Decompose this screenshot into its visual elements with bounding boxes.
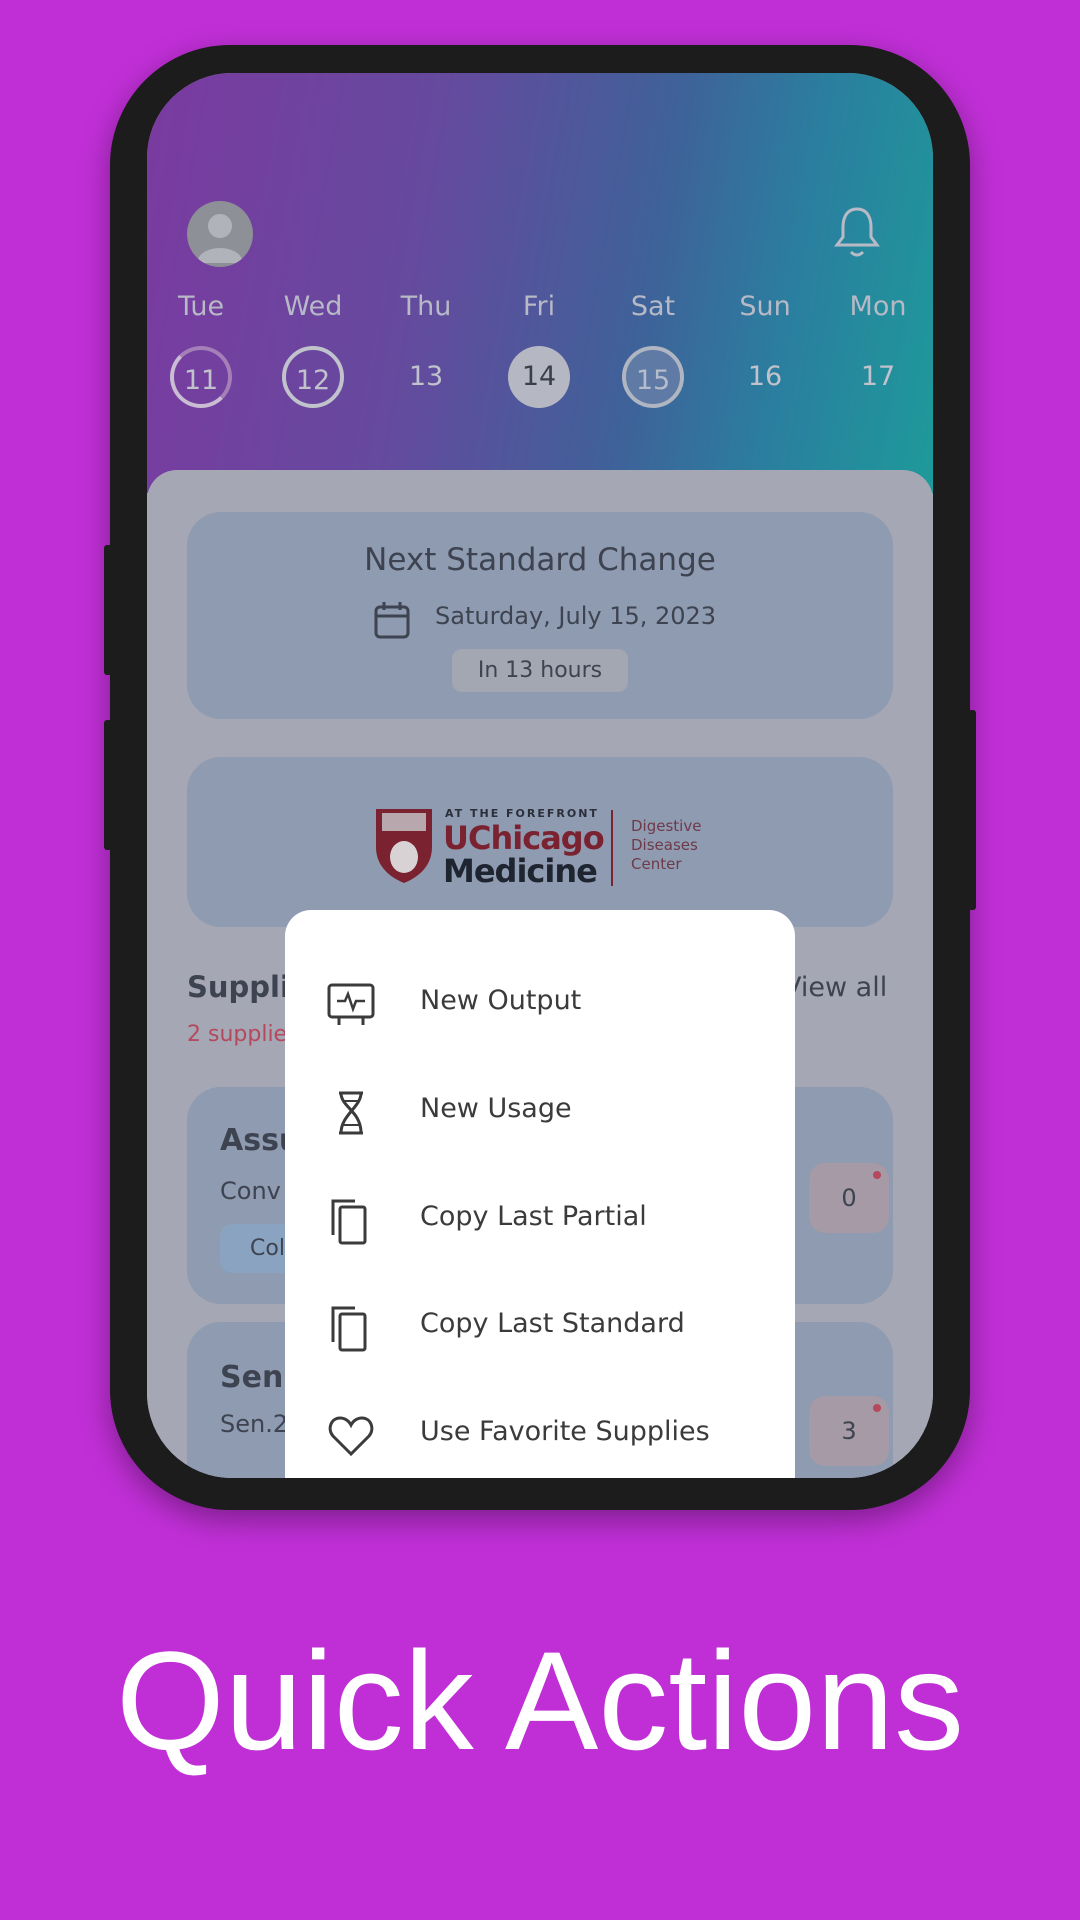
phone-side-button bbox=[104, 720, 112, 850]
day-17[interactable]: 17 bbox=[847, 346, 909, 408]
day-12[interactable]: 12 bbox=[282, 346, 344, 408]
day-11[interactable]: 11 bbox=[170, 346, 232, 408]
logo-card: AT THE FOREFRONT UChicago Medicine Diges… bbox=[187, 757, 893, 927]
phone-power-button bbox=[968, 710, 976, 910]
bell-icon[interactable] bbox=[832, 205, 882, 265]
calendar-icon bbox=[373, 600, 411, 644]
supply-count-badge: 0 bbox=[809, 1163, 889, 1233]
user-avatar-icon[interactable] bbox=[187, 201, 253, 267]
supply-subtitle: Conv bbox=[220, 1177, 281, 1205]
next-change-card[interactable]: Next Standard Change Saturday, July 15, … bbox=[187, 512, 893, 719]
logo-division: Digestive Diseases Center bbox=[631, 817, 702, 873]
header: Tue 11 Wed 12 Thu 13 Fri 14 Sat 15 Sun 16 Mon 17 bbox=[147, 73, 933, 493]
day-label: Wed bbox=[283, 291, 343, 322]
menu-item-label: Use Favorite Supplies bbox=[420, 1416, 710, 1447]
menu-item-copy-last-standard[interactable]: Copy Last Standard bbox=[285, 1276, 795, 1376]
quick-actions-menu: New Output New Usage Copy Last Partial C… bbox=[285, 910, 795, 1478]
menu-item-copy-last-partial[interactable]: Copy Last Partial bbox=[285, 1169, 795, 1269]
menu-item-new-usage[interactable]: New Usage bbox=[285, 1061, 795, 1161]
day-label: Tue bbox=[177, 291, 225, 322]
countdown-text: In 13 hours bbox=[477, 658, 603, 683]
day-13[interactable]: 13 bbox=[395, 346, 457, 408]
supply-count-badge: 3 bbox=[809, 1396, 889, 1466]
logo-name-2: Medicine bbox=[443, 852, 598, 890]
menu-item-new-output[interactable]: New Output bbox=[285, 953, 795, 1053]
app-screen: Tue 11 Wed 12 Thu 13 Fri 14 Sat 15 Sun 16 Mon 17 Next… bbox=[147, 73, 933, 1478]
next-change-title: Next Standard Change bbox=[364, 542, 716, 578]
menu-item-label: New Usage bbox=[420, 1093, 572, 1124]
day-label: Sat bbox=[630, 291, 676, 322]
day-14[interactable]: 14 bbox=[508, 346, 570, 408]
day-15[interactable]: 15 bbox=[622, 346, 684, 408]
supplies-heading: Suppli bbox=[187, 970, 290, 1004]
heart-icon bbox=[327, 1412, 375, 1460]
logo-divider bbox=[611, 810, 613, 886]
caption-title: Quick Actions bbox=[115, 1622, 965, 1779]
day-16[interactable]: 16 bbox=[734, 346, 796, 408]
menu-item-use-favorite-supplies[interactable]: Use Favorite Supplies bbox=[285, 1384, 795, 1478]
monitor-pulse-icon bbox=[327, 981, 375, 1029]
supplies-warning: 2 supplie bbox=[187, 1022, 288, 1047]
copy-icon bbox=[327, 1304, 375, 1352]
day-label: Thu bbox=[400, 291, 452, 322]
menu-item-label: Copy Last Standard bbox=[420, 1308, 685, 1339]
menu-item-label: New Output bbox=[420, 985, 582, 1016]
day-label: Mon bbox=[849, 291, 907, 322]
day-label: Sun bbox=[739, 291, 791, 322]
uchicago-medicine-logo bbox=[374, 807, 434, 889]
next-change-date: Saturday, July 15, 2023 bbox=[435, 602, 717, 630]
supply-subtitle: Sen.2 bbox=[220, 1410, 289, 1438]
view-all-link[interactable]: View all bbox=[783, 972, 887, 1003]
menu-item-label: Copy Last Partial bbox=[420, 1201, 647, 1232]
countdown-pill: In 13 hours bbox=[452, 649, 628, 692]
supply-name: Sen bbox=[220, 1360, 284, 1395]
day-label: Fri bbox=[522, 291, 556, 322]
hourglass-dna-icon bbox=[327, 1089, 375, 1137]
phone-side-button bbox=[104, 545, 112, 675]
copy-icon bbox=[327, 1197, 375, 1245]
